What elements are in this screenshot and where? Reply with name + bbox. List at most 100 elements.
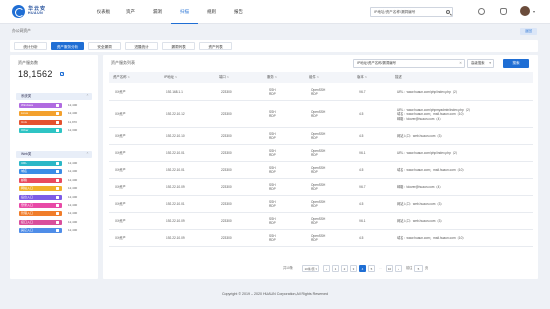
description: 域名：www.huaun.com；mail.huaun.com（10） bbox=[397, 236, 466, 240]
tab-item[interactable]: 漏洞列表 bbox=[162, 42, 195, 50]
table-row[interactable]: XX资产 192.22.10.09 223300 SSH RDP OpenSSH RDP V6… bbox=[109, 179, 533, 196]
table-row[interactable]: XX资产 192.22.10.01 223300 SSH RDP OpenSSH RDP V6… bbox=[109, 145, 533, 162]
service: SSH RDP bbox=[269, 183, 276, 192]
description-line: 域名：www.huaun.com；mail.huaun.com（10） bbox=[397, 112, 466, 117]
description-line: 邮箱：tdover@huaun.com（4） bbox=[397, 185, 443, 190]
tab-item[interactable]: 资产列表 bbox=[199, 42, 232, 50]
page-button[interactable]: 5 bbox=[368, 265, 375, 272]
sort-icon[interactable]: ⇅ bbox=[365, 76, 367, 79]
nav-item[interactable]: 规则 bbox=[198, 0, 225, 24]
service-count: 12,400 bbox=[68, 161, 78, 165]
chevron-down-icon[interactable]: ⌃ bbox=[86, 93, 89, 100]
settings-icon[interactable] bbox=[478, 8, 485, 15]
service-bar-row: 域名 12,400 bbox=[19, 169, 95, 175]
ip-address: 192.22.10.01 bbox=[166, 202, 185, 207]
page-button[interactable]: 3 bbox=[350, 265, 357, 272]
device-icon bbox=[55, 212, 59, 216]
column-header[interactable]: 描述 bbox=[395, 72, 402, 83]
tab-item[interactable]: 安全漏洞 bbox=[88, 42, 121, 50]
next-page-button[interactable]: › bbox=[395, 265, 402, 272]
nav-item[interactable]: 仪表板 bbox=[90, 0, 117, 24]
asset-name: XX资产 bbox=[115, 219, 126, 224]
table-row[interactable]: XX资产 192.22.10.12 223300 SSH RDP OpenSSH RDP 4.… bbox=[109, 101, 533, 128]
bell-icon[interactable] bbox=[500, 8, 507, 15]
advanced-search-select[interactable]: 高级搜索 ▾ bbox=[467, 59, 494, 68]
goto-page-input[interactable]: 5 bbox=[414, 265, 423, 272]
description: 网站入口：web.huaun.com（3） bbox=[397, 134, 444, 138]
table-row[interactable]: XX资产 192.22.10.09 223300 SSH RDP OpenSSH RDP 4.… bbox=[109, 230, 533, 247]
group-header[interactable]: Web类 bbox=[16, 151, 92, 158]
sort-icon[interactable]: ⇅ bbox=[175, 76, 177, 79]
tabs-bar: 统计分析 资产服务分析 安全漏洞 进展统计 漏洞列表 资产列表 bbox=[10, 40, 538, 52]
description-line: URL：www.huaun.com/php/index.php（2） bbox=[397, 151, 460, 156]
ip-address: 192.168.1.1 bbox=[166, 89, 183, 94]
sort-icon[interactable]: ⇅ bbox=[227, 76, 229, 79]
page-size-select[interactable]: 10条/页 ▾ bbox=[302, 265, 319, 272]
column-header[interactable]: IP地址⇅ bbox=[164, 72, 177, 83]
table-row[interactable]: XX资产 192.168.1.1 223300 SSH RDP OpenSSH RDP V6.… bbox=[109, 83, 533, 101]
page-button[interactable]: 2 bbox=[341, 265, 348, 272]
table-row[interactable]: XX资产 192.22.10.09 223300 SSH RDP OpenSSH RDP V6… bbox=[109, 213, 533, 230]
nav-item[interactable]: 扫描 bbox=[171, 0, 198, 24]
device-icon bbox=[55, 178, 59, 182]
version: V6.7 bbox=[359, 185, 366, 190]
description-line: 网站入口：web.huaun.com（3） bbox=[397, 202, 444, 207]
service-line: RDP bbox=[269, 91, 276, 96]
description: URL：www.huaun.com/php/index.php（2） bbox=[397, 90, 459, 94]
column-header-label: 服务 bbox=[267, 75, 274, 79]
page-button[interactable]: 1 bbox=[332, 265, 339, 272]
device-icon bbox=[55, 187, 59, 191]
port: 223300 bbox=[221, 89, 232, 94]
prev-page-button[interactable]: ‹ bbox=[323, 265, 330, 272]
service-count: 12,400 bbox=[68, 169, 78, 174]
chevron-down-icon[interactable]: ⌃ bbox=[86, 151, 89, 158]
device-icon bbox=[55, 170, 59, 174]
service-line: RDP bbox=[269, 238, 276, 243]
version: 4.5 bbox=[359, 202, 364, 207]
total-count: 共10条 bbox=[283, 266, 293, 270]
component-line: RDP bbox=[311, 187, 318, 192]
group-header[interactable]: 系统类 bbox=[16, 93, 92, 100]
list-search-input[interactable]: IP地址/资产名称/漏洞编号 ✕ bbox=[353, 59, 465, 68]
sort-icon[interactable]: ⇅ bbox=[317, 76, 319, 79]
service-line: RDP bbox=[269, 187, 276, 192]
service-summary-panel: 资产服务数 18,1562 ↗ 系统类 ⌃ Windows 12,400 Linux 12… bbox=[10, 55, 98, 279]
column-header[interactable]: 端口⇅ bbox=[219, 72, 229, 83]
nav-item[interactable]: 漏洞 bbox=[144, 0, 171, 24]
page-button[interactable]: 4 bbox=[359, 265, 366, 272]
tab-item[interactable]: 统计分析 bbox=[14, 42, 47, 50]
global-search-input[interactable]: IP地址/资产名称/漏洞编号 bbox=[370, 7, 453, 17]
back-button[interactable]: 返回 bbox=[520, 28, 537, 35]
column-header[interactable]: 资产名称⇅ bbox=[113, 72, 130, 83]
column-header[interactable]: 组件⇅ bbox=[309, 72, 319, 83]
column-header-label: 描述 bbox=[395, 75, 402, 79]
list-title: 资产服务列表 bbox=[111, 60, 135, 65]
table-row[interactable]: XX资产 192.22.10.01 223300 SSH RDP OpenSSH RDP 4.… bbox=[109, 162, 533, 179]
logo[interactable]: 华云安 HUAUN bbox=[12, 5, 46, 18]
nav-item[interactable]: 报告 bbox=[225, 0, 252, 24]
service: SSH RDP bbox=[269, 88, 276, 97]
column-header[interactable]: 服务⇅ bbox=[267, 72, 277, 83]
description: URL：www.huaun.com/php/index.php（2） bbox=[397, 151, 459, 155]
version: 4.5 bbox=[359, 112, 364, 117]
service-bar-row: 后台入口 12,400 bbox=[19, 194, 95, 201]
tab-item[interactable]: 进展统计 bbox=[125, 42, 158, 50]
column-header[interactable]: 版本⇅ bbox=[357, 72, 367, 83]
component: OpenSSH RDP bbox=[311, 149, 325, 158]
service-line: RDP bbox=[269, 204, 276, 209]
table-row[interactable]: XX资产 192.22.10.01 223300 SSH RDP OpenSSH RDP 4.… bbox=[109, 196, 533, 213]
page-button[interactable]: 10 bbox=[386, 265, 393, 272]
service-bar-row: 登录入口 12,400 bbox=[19, 203, 95, 209]
service-bar-row: 接口入口 12,400 bbox=[19, 219, 95, 226]
avatar[interactable] bbox=[520, 6, 530, 16]
chevron-down-icon[interactable]: ▾ bbox=[533, 9, 535, 14]
table-row[interactable]: XX资产 192.22.10.10 223300 SSH RDP OpenSSH RDP 4.… bbox=[109, 128, 533, 145]
sort-icon[interactable]: ⇅ bbox=[275, 76, 277, 79]
sort-icon[interactable]: ⇅ bbox=[128, 76, 130, 79]
nav-item[interactable]: 资产 bbox=[117, 0, 144, 24]
search-icon[interactable] bbox=[446, 10, 450, 14]
tab-item[interactable]: 资产服务分析 bbox=[51, 42, 84, 50]
search-button[interactable]: 搜索 bbox=[503, 59, 529, 68]
advanced-search-label: 高级搜索 bbox=[471, 61, 485, 65]
clear-icon[interactable]: ✕ bbox=[459, 60, 462, 68]
